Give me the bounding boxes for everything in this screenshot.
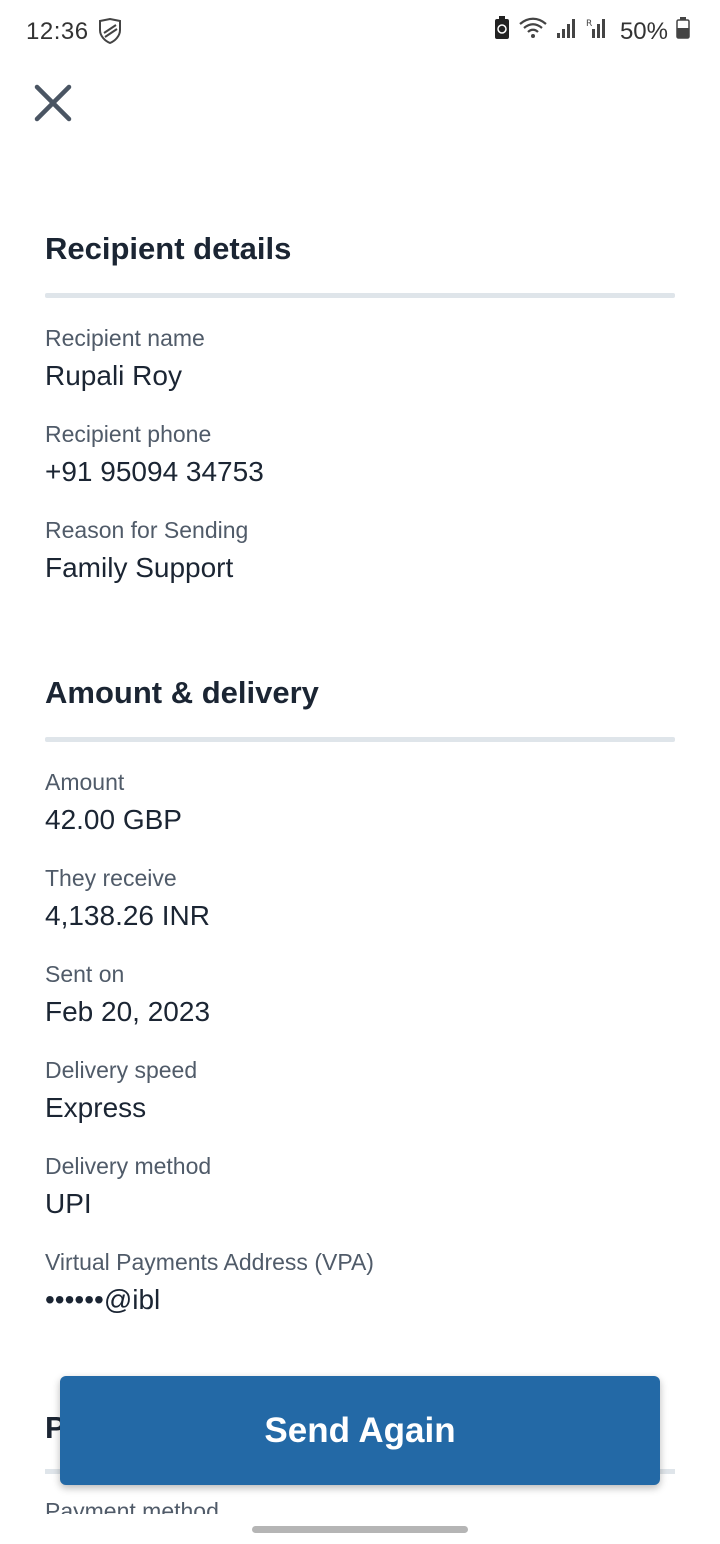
section-divider xyxy=(45,293,675,298)
battery-saver-icon xyxy=(494,16,510,47)
sent-on-label: Sent on xyxy=(45,961,125,987)
reason-value: Family Support xyxy=(45,552,234,583)
reason-label: Reason for Sending xyxy=(45,517,249,543)
delivery-method-value: UPI xyxy=(45,1188,92,1219)
send-again-button[interactable]: Send Again xyxy=(60,1376,660,1485)
delivery-method-label: Delivery method xyxy=(45,1153,212,1179)
amount-label: Amount xyxy=(45,769,125,795)
recipient-name-value: Rupali Roy xyxy=(45,360,182,391)
recipient-phone-value: +91 95094 34753 xyxy=(45,456,264,487)
home-indicator[interactable] xyxy=(252,1526,468,1533)
svg-text:R: R xyxy=(586,19,592,29)
close-button[interactable] xyxy=(30,80,76,126)
they-receive-value: 4,138.26 INR xyxy=(45,900,210,931)
amount-value: 42.00 GBP xyxy=(45,804,182,835)
delivery-speed-label: Delivery speed xyxy=(45,1057,198,1083)
wifi-icon xyxy=(518,16,548,47)
recipient-name-label: Recipient name xyxy=(45,325,205,351)
they-receive-label: They receive xyxy=(45,865,177,891)
status-bar: 12:36 R 50% xyxy=(0,0,720,64)
delivery-speed-value: Express xyxy=(45,1092,147,1123)
recipient-phone-label: Recipient phone xyxy=(45,421,212,447)
status-icons: R 50% xyxy=(494,16,690,47)
shield-icon xyxy=(98,17,122,51)
close-icon xyxy=(34,84,72,122)
status-time: 12:36 xyxy=(26,18,89,45)
vpa-value: ••••••@ibl xyxy=(45,1284,161,1315)
battery-percent: 50% xyxy=(619,17,668,45)
recipient-section-title: Recipient details xyxy=(45,231,292,266)
sent-on-value: Feb 20, 2023 xyxy=(45,996,211,1027)
section-divider xyxy=(45,737,675,742)
signal-icon xyxy=(556,17,578,46)
battery-icon xyxy=(676,17,690,46)
vpa-label: Virtual Payments Address (VPA) xyxy=(45,1249,374,1275)
payment-method-label: Payment method xyxy=(45,1500,219,1514)
amount-section-title: Amount & delivery xyxy=(45,675,319,710)
signal-roaming-icon: R xyxy=(586,17,608,46)
